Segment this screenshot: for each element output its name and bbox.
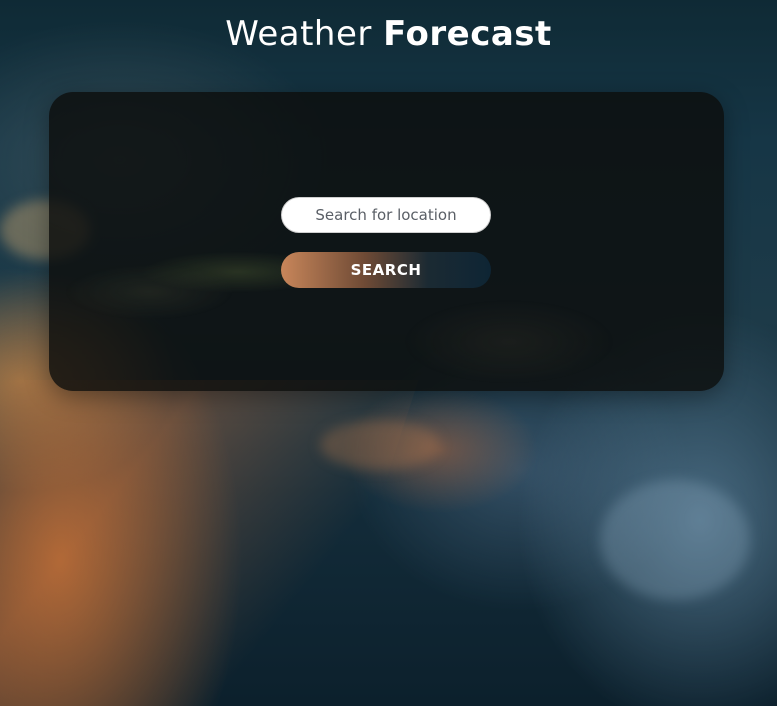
background-cloud (600, 480, 750, 600)
title-bold-text: Forecast (383, 14, 552, 54)
panel-background-clouds (49, 92, 724, 391)
title-light-text: Weather (225, 14, 384, 54)
background-sunbeam (0, 380, 419, 706)
background-cloud (320, 420, 440, 470)
weather-app: { "header": { "title_light": "Weather ",… (0, 0, 777, 706)
search-button[interactable]: SEARCH (281, 252, 491, 288)
search-panel (49, 92, 724, 391)
search-input[interactable] (281, 197, 491, 233)
page-title: Weather Forecast (0, 12, 777, 56)
